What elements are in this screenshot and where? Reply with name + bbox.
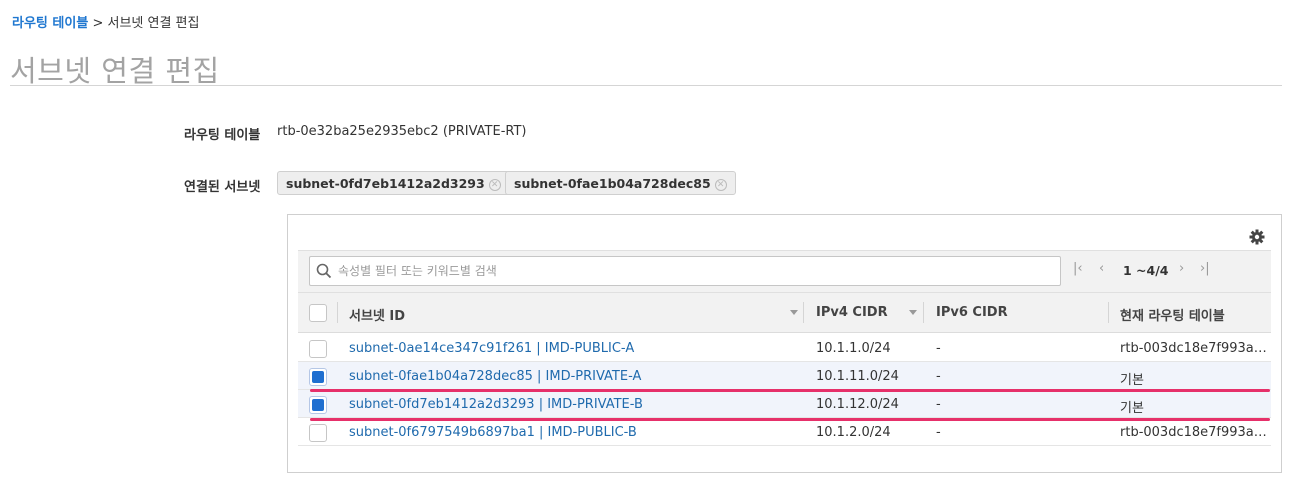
column-divider bbox=[923, 302, 924, 323]
page-title: 서브넷 연결 편집 bbox=[10, 54, 220, 88]
row-checkbox[interactable] bbox=[309, 424, 327, 442]
ipv4-cidr-cell: 10.1.2.0/24 bbox=[816, 425, 891, 440]
column-divider bbox=[1108, 302, 1109, 323]
column-divider bbox=[337, 302, 338, 323]
breadcrumb: 라우팅 테이블 > 서브넷 연결 편집 bbox=[12, 12, 199, 31]
sort-caret-icon[interactable] bbox=[909, 310, 917, 315]
pagination-count: 1 ~4/4 bbox=[1123, 263, 1169, 278]
ipv4-cidr-cell: 10.1.11.0/24 bbox=[816, 369, 899, 384]
search-input[interactable] bbox=[338, 261, 1038, 281]
column-header-subnet-id[interactable]: 서브넷 ID bbox=[349, 305, 405, 324]
subnet-tag: subnet-0fd7eb1412a2d3293 ✕ bbox=[277, 171, 510, 195]
subnet-tag: subnet-0fae1b04a728dec85 ✕ bbox=[505, 171, 736, 195]
highlight-annotation bbox=[310, 418, 1270, 421]
title-divider bbox=[10, 85, 1282, 86]
subnet-link[interactable]: subnet-0fd7eb1412a2d3293 | IMD-PRIVATE-B bbox=[349, 397, 643, 412]
remove-tag-icon[interactable]: ✕ bbox=[714, 179, 727, 191]
row-checkbox[interactable] bbox=[309, 340, 327, 358]
row-checkbox[interactable] bbox=[309, 368, 327, 386]
search-box bbox=[309, 256, 1061, 286]
route-table-cell: rtb-003dc18e7f993a… bbox=[1120, 341, 1267, 356]
search-icon bbox=[316, 263, 332, 279]
breadcrumb-route-tables-link[interactable]: 라우팅 테이블 bbox=[12, 16, 88, 31]
next-page-icon[interactable]: › bbox=[1179, 261, 1184, 276]
ipv6-cidr-cell: - bbox=[936, 369, 941, 384]
ipv4-cidr-cell: 10.1.1.0/24 bbox=[816, 341, 891, 356]
first-page-icon[interactable]: |‹ bbox=[1073, 261, 1083, 276]
ipv6-cidr-cell: - bbox=[936, 425, 941, 440]
route-table-label: 라우팅 테이블 bbox=[184, 128, 261, 143]
select-all-checkbox[interactable] bbox=[309, 304, 327, 322]
subnet-link[interactable]: subnet-0ae14ce347c91f261 | IMD-PUBLIC-A bbox=[349, 341, 634, 356]
ipv6-cidr-cell: - bbox=[936, 397, 941, 412]
ipv6-cidr-cell: - bbox=[936, 341, 941, 356]
route-table-cell: rtb-003dc18e7f993a… bbox=[1120, 425, 1267, 440]
prev-page-icon[interactable]: ‹ bbox=[1099, 261, 1104, 276]
breadcrumb-current: 서브넷 연결 편집 bbox=[107, 16, 200, 31]
last-page-icon[interactable]: ›| bbox=[1200, 261, 1210, 276]
subnet-tag-label: subnet-0fd7eb1412a2d3293 bbox=[286, 176, 485, 191]
sort-caret-icon[interactable] bbox=[790, 310, 798, 315]
column-divider bbox=[803, 302, 804, 323]
column-header-route-table[interactable]: 현재 라우팅 테이블 bbox=[1120, 305, 1225, 324]
breadcrumb-separator: > bbox=[92, 16, 104, 31]
gear-icon[interactable] bbox=[1249, 229, 1265, 245]
row-checkbox[interactable] bbox=[309, 396, 327, 414]
subnet-link[interactable]: subnet-0fae1b04a728dec85 | IMD-PRIVATE-A bbox=[349, 369, 641, 384]
route-table-cell: 기본 bbox=[1120, 373, 1144, 388]
highlight-annotation bbox=[310, 389, 1270, 392]
remove-tag-icon[interactable]: ✕ bbox=[488, 179, 501, 191]
column-header-ipv6-cidr[interactable]: IPv6 CIDR bbox=[936, 305, 1008, 320]
column-header-ipv4-cidr[interactable]: IPv4 CIDR bbox=[816, 305, 888, 320]
route-table-cell: 기본 bbox=[1120, 401, 1144, 416]
subnet-tag-label: subnet-0fae1b04a728dec85 bbox=[514, 176, 711, 191]
associated-subnets-label: 연결된 서브넷 bbox=[184, 180, 261, 195]
route-table-value: rtb-0e32ba25e2935ebc2 (PRIVATE-RT) bbox=[277, 124, 527, 139]
subnet-link[interactable]: subnet-0f6797549b6897ba1 | IMD-PUBLIC-B bbox=[349, 425, 637, 440]
ipv4-cidr-cell: 10.1.12.0/24 bbox=[816, 397, 899, 412]
